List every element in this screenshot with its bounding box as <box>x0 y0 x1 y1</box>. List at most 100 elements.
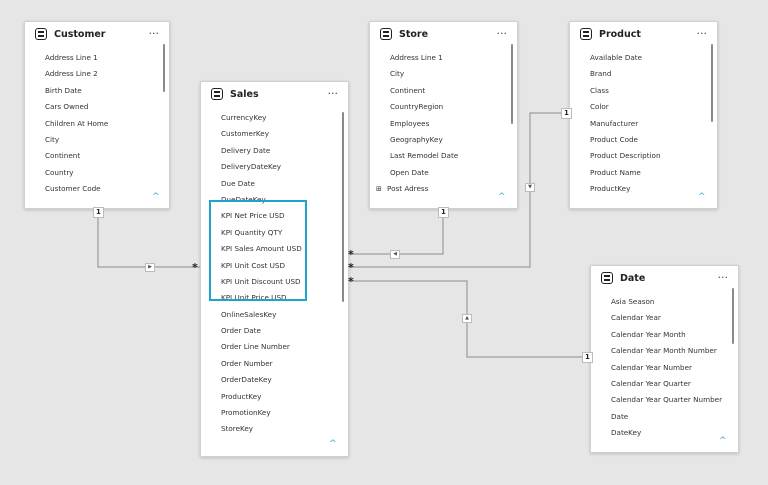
field-item[interactable]: Date <box>591 409 738 425</box>
field-item[interactable]: CurrencyKey <box>201 110 348 126</box>
date-table-header[interactable]: Date ··· <box>591 266 738 290</box>
sales-table-header[interactable]: Sales ··· <box>201 82 348 106</box>
scrollbar[interactable] <box>342 112 344 302</box>
field-item[interactable]: Delivery Date <box>201 143 348 159</box>
field-item[interactable]: Color <box>570 99 717 115</box>
field-item[interactable]: Asia Season <box>591 294 738 310</box>
field-label: Post Adress <box>387 184 429 194</box>
field-item[interactable]: Calendar Year Month <box>591 327 738 343</box>
field-item[interactable]: ⊞ Post Adress <box>370 181 517 197</box>
field-item[interactable]: Class <box>570 83 717 99</box>
product-table[interactable]: Product ··· Available Date Brand Class Colo… <box>569 21 718 209</box>
field-label: Order Date <box>221 326 261 336</box>
field-item[interactable]: Brand <box>570 66 717 82</box>
field-item[interactable]: Manufacturer <box>570 116 717 132</box>
date-table[interactable]: Date ··· Asia Season Calendar Year Calenda… <box>590 265 739 453</box>
field-item[interactable]: Calendar Year Quarter Number <box>591 392 738 408</box>
filter-direction-arrow[interactable]: ▶ <box>145 263 155 272</box>
scrollbar[interactable] <box>511 44 513 124</box>
scrollbar[interactable] <box>163 44 165 92</box>
filter-direction-arrow[interactable]: ▼ <box>525 183 535 192</box>
field-item[interactable]: Calendar Year Month Number <box>591 343 738 359</box>
field-label: GeographyKey <box>390 134 443 144</box>
field-item[interactable]: PromotionKey <box>201 405 348 421</box>
field-item[interactable]: GeographyKey <box>370 132 517 148</box>
field-list: Asia Season Calendar Year Calendar Year Mo… <box>591 290 738 442</box>
filter-direction-arrow[interactable]: ◀ <box>390 250 400 259</box>
cardinality-one: 1 <box>561 108 572 119</box>
more-options-icon[interactable]: ··· <box>328 88 339 99</box>
more-options-icon[interactable]: ··· <box>697 28 708 39</box>
field-item[interactable]: CustomerKey <box>201 126 348 142</box>
field-item[interactable]: Product Name <box>570 165 717 181</box>
field-item[interactable]: StoreKey <box>201 421 348 437</box>
scrollbar[interactable] <box>732 288 734 344</box>
cardinality-many: * <box>348 261 354 274</box>
field-label: DateKey <box>611 428 642 438</box>
field-item[interactable]: Order Line Number <box>201 339 348 355</box>
field-label: Product Description <box>590 151 661 161</box>
chevron-up-icon[interactable]: ^ <box>152 192 160 202</box>
field-label: CustomerKey <box>221 129 269 139</box>
field-label: ProductKey <box>590 184 631 194</box>
field-item[interactable]: Customer Code <box>25 181 169 197</box>
table-icon <box>580 28 592 40</box>
field-item[interactable]: ProductKey <box>570 181 717 197</box>
field-item[interactable]: OnlineSalesKey <box>201 307 348 323</box>
more-options-icon[interactable]: ··· <box>718 272 729 283</box>
field-list: Address Line 1 City Continent CountryRegion… <box>370 46 517 198</box>
field-list: Available Date Brand Class Color Manufacture… <box>570 46 717 198</box>
field-item[interactable]: Open Date <box>370 165 517 181</box>
field-item[interactable]: Last Remodel Date <box>370 148 517 164</box>
field-item[interactable]: City <box>25 132 169 148</box>
field-item[interactable]: DateKey <box>591 425 738 441</box>
field-item[interactable]: OrderDateKey <box>201 372 348 388</box>
field-label: Delivery Date <box>221 145 271 155</box>
field-item[interactable]: Product Code <box>570 132 717 148</box>
store-sales-line <box>348 210 444 255</box>
field-label: Calendar Year Number <box>611 362 692 372</box>
field-label: Employees <box>390 118 430 128</box>
chevron-up-icon[interactable]: ^ <box>329 439 337 449</box>
field-label: Color <box>590 102 609 112</box>
field-item[interactable]: Address Line 1 <box>370 50 517 66</box>
field-item[interactable]: CountryRegion <box>370 99 517 115</box>
field-item[interactable]: Country <box>25 165 169 181</box>
customer-table[interactable]: Customer ··· Address Line 1 Address Line … <box>24 21 170 209</box>
field-item[interactable]: Order Number <box>201 356 348 372</box>
filter-direction-arrow[interactable]: ▲ <box>462 314 472 323</box>
field-item[interactable]: Product Description <box>570 148 717 164</box>
scrollbar[interactable] <box>711 44 713 122</box>
store-table[interactable]: Store ··· Address Line 1 City Continent Cou… <box>369 21 518 209</box>
field-item[interactable]: Continent <box>25 148 169 164</box>
field-item[interactable]: Order Date <box>201 323 348 339</box>
field-label: Address Line 1 <box>45 53 98 62</box>
table-title: Product <box>599 28 641 40</box>
field-item[interactable]: Calendar Year Quarter <box>591 376 738 392</box>
field-item[interactable]: Children At Home <box>25 116 169 132</box>
table-title: Store <box>399 28 429 40</box>
field-item[interactable]: Birth Date <box>25 83 169 99</box>
product-table-header[interactable]: Product ··· <box>570 22 717 46</box>
field-item[interactable]: Cars Owned <box>25 99 169 115</box>
field-item[interactable]: Available Date <box>570 50 717 66</box>
field-item[interactable]: Employees <box>370 116 517 132</box>
more-options-icon[interactable]: ··· <box>149 28 160 39</box>
field-item[interactable]: City <box>370 66 517 82</box>
field-label: City <box>45 134 60 144</box>
chevron-up-icon[interactable]: ^ <box>698 192 706 202</box>
field-item[interactable]: Continent <box>370 83 517 99</box>
field-label: Address Line 1 <box>390 53 443 62</box>
field-item[interactable]: Calendar Year <box>591 310 738 326</box>
field-item[interactable]: Address Line 1 <box>25 50 169 66</box>
more-options-icon[interactable]: ··· <box>497 28 508 39</box>
store-table-header[interactable]: Store ··· <box>370 22 517 46</box>
field-item[interactable]: ProductKey <box>201 389 348 405</box>
field-item[interactable]: Due Date <box>201 176 348 192</box>
customer-table-header[interactable]: Customer ··· <box>25 22 169 46</box>
chevron-up-icon[interactable]: ^ <box>719 436 727 446</box>
chevron-up-icon[interactable]: ^ <box>498 192 506 202</box>
field-item[interactable]: DeliveryDateKey <box>201 159 348 175</box>
field-item[interactable]: Calendar Year Number <box>591 360 738 376</box>
field-item[interactable]: Address Line 2 <box>25 66 169 82</box>
